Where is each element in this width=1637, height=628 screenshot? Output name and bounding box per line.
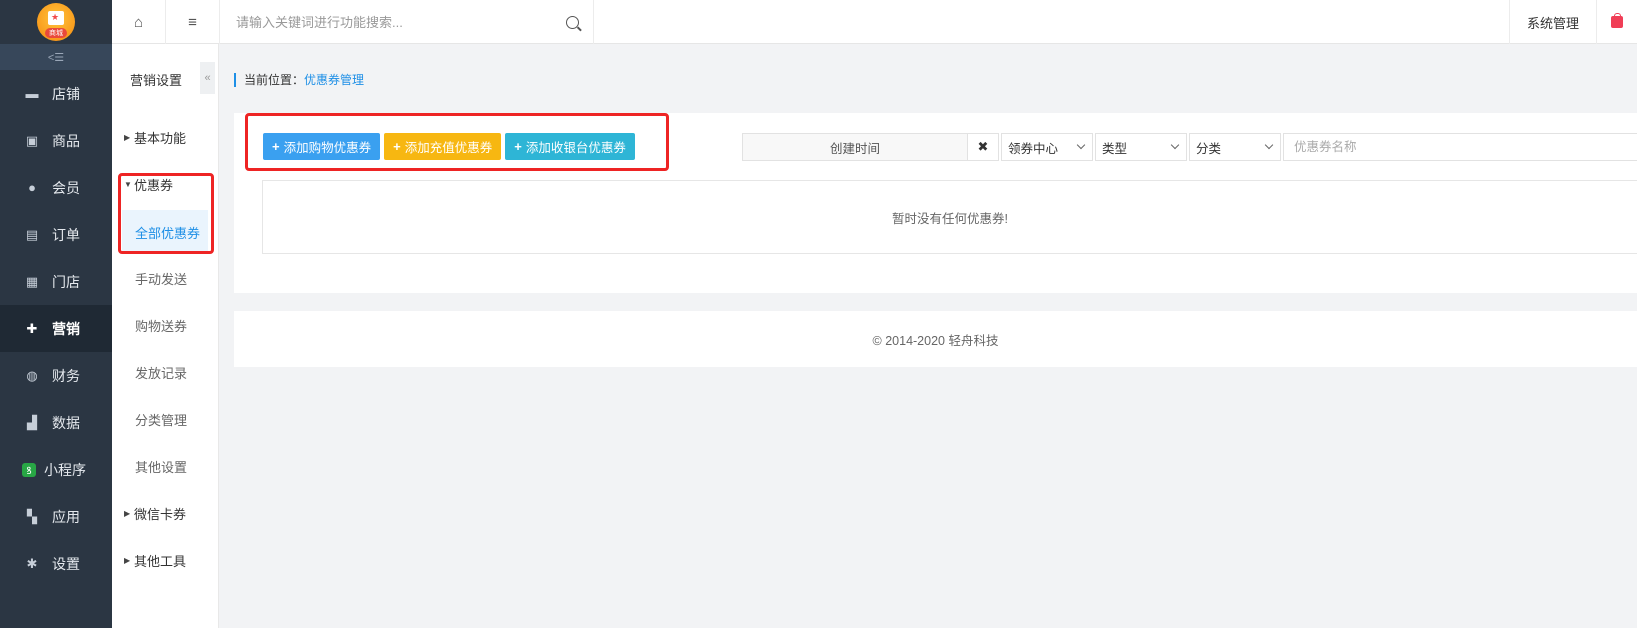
submenu-item[interactable]: 分类管理 xyxy=(112,396,218,443)
sidebar-item-label: 营销 xyxy=(52,320,80,337)
chevron-down-icon xyxy=(1170,140,1180,150)
created-time-filter[interactable]: 创建时间 xyxy=(742,133,968,161)
sidebar-item-label: 订单 xyxy=(52,226,80,243)
breadcrumb-prefix: 当前位置： xyxy=(244,73,305,87)
gear-icon: ✱ xyxy=(26,555,38,571)
sidebar-item-label: 商品 xyxy=(52,132,80,149)
gift-icon: ✚ xyxy=(26,320,38,336)
secondary-sidebar: 营销设置 « ▶ 基本功能 ▼ 优惠券 全部优惠券 手动发送 购物送券 发放记录 分类管理 其他设… xyxy=(112,44,219,628)
store-icon: ▬ xyxy=(25,86,39,101)
menu-toggle-button[interactable]: ≡ xyxy=(166,0,220,44)
breadcrumb-current[interactable]: 优惠券管理 xyxy=(304,73,364,87)
logo-area: 商城 xyxy=(0,0,112,44)
sidebar-collapse-toggle[interactable]: <☰ xyxy=(0,44,112,70)
submenu-item[interactable]: 购物送券 xyxy=(112,302,218,349)
hamburger-icon: ≡ xyxy=(188,13,197,31)
system-management-button[interactable]: 系统管理 xyxy=(1509,0,1597,44)
type-select[interactable]: 类型 xyxy=(1095,133,1187,161)
search-icon[interactable] xyxy=(566,15,579,29)
submenu-group-label: 其他工具 xyxy=(134,554,187,569)
submenu-item[interactable]: 其他设置 xyxy=(112,443,218,490)
sidebar-item-8[interactable]: ꝸ 小程序 xyxy=(0,446,112,493)
submenu-item[interactable]: 发放记录 xyxy=(112,349,218,396)
miniprogram-icon: ꝸ xyxy=(22,462,36,477)
sidebar-item-label: 会员 xyxy=(52,179,80,196)
category-select[interactable]: 分类 xyxy=(1189,133,1281,161)
shopping-bag-icon xyxy=(1611,13,1623,28)
top-bar: ⌂ ≡ 系统管理 xyxy=(112,0,1637,44)
sidebar-item-4[interactable]: ▦ 门店 xyxy=(0,258,112,305)
sidebar-item-label: 小程序 xyxy=(44,461,86,478)
sidebar-item-label: 应用 xyxy=(52,508,80,525)
main-sidebar: 商城 <☰ ▬ 店铺 ▣ 商品 ● 会员 ▤ 订单 ▦ 门店 ✚ 营销 ◍ 财务 ▟ 数据 ꝸ 小程序 ▚ 应用 ✱ 设置 xyxy=(0,0,112,628)
coupon-table-empty: 暂时没有任何优惠券! xyxy=(262,180,1637,254)
submenu-group[interactable]: ▶ 基本功能 xyxy=(112,114,218,161)
function-search-input[interactable] xyxy=(236,14,566,30)
coupon-name-input[interactable] xyxy=(1283,133,1637,161)
submenu-group[interactable]: ▶ 微信卡券 xyxy=(112,490,218,537)
copyright-text: © 2014-2020 轻舟科技 xyxy=(872,333,999,348)
sidebar-item-3[interactable]: ▤ 订单 xyxy=(0,211,112,258)
highlight-box-coupon-menu xyxy=(118,173,214,254)
sidebar-item-label: 财务 xyxy=(52,367,80,384)
chart-icon: ▟ xyxy=(27,414,37,430)
sidebar-item-label: 门店 xyxy=(52,273,80,290)
order-icon: ▤ xyxy=(25,226,39,242)
sidebar-item-2[interactable]: ● 会员 xyxy=(0,164,112,211)
clear-date-button[interactable]: ✖ xyxy=(968,133,999,161)
close-icon: ✖ xyxy=(977,139,989,154)
footer: © 2014-2020 轻舟科技 xyxy=(234,311,1637,367)
money-bag-icon: ◍ xyxy=(26,367,38,383)
caret-right-icon: ▶ xyxy=(124,509,131,518)
sidebar-item-label: 设置 xyxy=(52,555,80,572)
double-chevron-left-icon: « xyxy=(204,72,211,84)
caret-right-icon: ▶ xyxy=(124,133,131,142)
chevron-down-icon xyxy=(1076,140,1086,150)
submenu-group-label: 基本功能 xyxy=(134,131,187,146)
sidebar-item-label: 数据 xyxy=(52,414,80,431)
submenu-collapse-button[interactable]: « xyxy=(200,62,215,94)
function-search xyxy=(220,0,594,44)
sidebar-item-10[interactable]: ✱ 设置 xyxy=(0,540,112,587)
sidebar-item-6[interactable]: ◍ 财务 xyxy=(0,352,112,399)
sidebar-item-7[interactable]: ▟ 数据 xyxy=(0,399,112,446)
cart-button[interactable] xyxy=(1597,0,1637,44)
submenu-title: 营销设置 « xyxy=(112,44,218,114)
breadcrumb: 当前位置：优惠券管理 xyxy=(234,73,364,87)
submenu-group-label: 微信卡券 xyxy=(134,507,187,522)
apps-icon: ▚ xyxy=(27,508,37,524)
submenu-group[interactable]: ▶ 其他工具 xyxy=(112,537,218,584)
filter-bar: 创建时间 ✖ 领券中心 类型 分类 xyxy=(742,133,1637,161)
shopping-bag-icon xyxy=(48,11,64,25)
collapse-icon: <☰ xyxy=(47,51,65,64)
empty-message: 暂时没有任何优惠券! xyxy=(892,211,1008,226)
sidebar-item-9[interactable]: ▚ 应用 xyxy=(0,493,112,540)
logo-text: 商城 xyxy=(45,28,67,38)
chevron-down-icon xyxy=(1264,140,1274,150)
sidebar-item-0[interactable]: ▬ 店铺 xyxy=(0,70,112,117)
user-icon: ● xyxy=(28,180,36,195)
shop-icon: ▦ xyxy=(25,273,39,289)
sidebar-item-5[interactable]: ✚ 营销 xyxy=(0,305,112,352)
sidebar-item-1[interactable]: ▣ 商品 xyxy=(0,117,112,164)
home-icon: ⌂ xyxy=(133,13,144,31)
coupon-center-select[interactable]: 领券中心 xyxy=(1001,133,1093,161)
product-icon: ▣ xyxy=(25,132,39,148)
home-button[interactable]: ⌂ xyxy=(112,0,166,44)
submenu-item[interactable]: 手动发送 xyxy=(112,255,218,302)
highlight-box-actions xyxy=(245,113,669,171)
sidebar-item-label: 店铺 xyxy=(52,85,80,102)
brand-logo[interactable]: 商城 xyxy=(37,3,75,41)
caret-right-icon: ▶ xyxy=(124,556,131,565)
